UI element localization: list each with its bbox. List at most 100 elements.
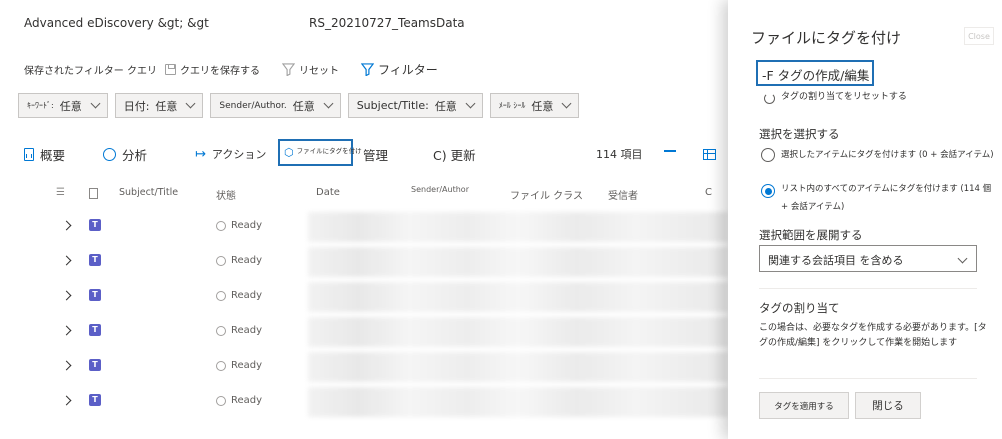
manage-button[interactable]: 管理 <box>363 142 388 166</box>
redacted-cells <box>308 247 728 277</box>
divider <box>759 378 977 379</box>
status-cell: Ready <box>216 255 262 266</box>
redacted-cells <box>308 212 728 242</box>
analysis-button[interactable]: 分析 <box>103 142 147 166</box>
col-subject[interactable]: Subject/Title <box>119 187 178 198</box>
table-row[interactable]: T Ready <box>0 210 728 245</box>
query-command-bar: 保存されたフィルター クエリ クエリを保存する リセット フィルター <box>24 60 460 78</box>
chevron-down-icon <box>185 98 196 109</box>
col-more[interactable]: C <box>705 187 712 198</box>
status-cell: Ready <box>216 360 262 371</box>
tag-files-panel: ファイルにタグを付け Close -F タグの作成/編集 タグの割り当てをリセッ… <box>728 0 1002 439</box>
redacted-cells <box>308 352 728 382</box>
filter-label: フィルター <box>377 62 438 77</box>
status-text: Ready <box>231 220 263 231</box>
chevron-right-icon[interactable] <box>61 325 72 336</box>
create-edit-tags-link[interactable]: -F タグの作成/編集 <box>756 60 874 86</box>
radio-all-items-label[interactable]: リスト内のすべてのアイテムにタグを付けます (114 個 + 会話アイテム) <box>781 180 996 216</box>
filter-button[interactable]: フィルター <box>360 61 438 78</box>
overview-button[interactable]: 概要 <box>24 142 65 166</box>
reset-button[interactable]: リセット <box>281 62 339 77</box>
save-query-label: クエリを保存する <box>179 65 260 77</box>
customize-columns-button[interactable] <box>703 142 716 166</box>
filter-date-value: 任意 <box>155 99 178 113</box>
table-row[interactable]: T Ready <box>0 315 728 350</box>
assign-heading: タグの割り当て <box>759 301 840 315</box>
assign-note: この場合は、必要なタグを作成する必要があります。[タグの作成/編集] をクリック… <box>759 323 987 348</box>
saved-queries-label: 保存されたフィルター クエリ <box>24 65 157 77</box>
filter-sender-value: 任意 <box>292 99 315 113</box>
close-button[interactable]: 閉じる <box>855 392 921 419</box>
status-dot-icon <box>216 325 226 336</box>
radio-all-items[interactable] <box>761 184 775 198</box>
filter-date-label: 日付: <box>123 99 150 113</box>
saved-queries-button[interactable]: 保存されたフィルター クエリ <box>24 62 157 77</box>
status-text: Ready <box>231 325 263 336</box>
tag-files-button[interactable]: ⬡ ファイルにタグを付け <box>278 139 362 166</box>
reset-tags-button[interactable]: タグの割り当てをリセットする <box>764 87 907 104</box>
analytics-icon <box>103 147 116 161</box>
col-sender[interactable]: Sender/Author <box>411 185 469 194</box>
table-row[interactable]: T Ready <box>0 350 728 385</box>
teams-icon: T <box>89 324 101 336</box>
table-row[interactable]: T Ready <box>0 245 728 280</box>
redacted-cells <box>308 387 728 417</box>
review-set-main: Advanced eDiscovery &gt; &gt RS_20210727… <box>0 0 728 439</box>
teams-icon: T <box>89 254 101 266</box>
status-text: Ready <box>231 290 263 301</box>
filter-mail-label: ﾒｰﾙ ｼｰﾙ <box>498 101 526 110</box>
radio-selected-items[interactable] <box>761 148 775 162</box>
save-query-button[interactable]: クエリを保存する <box>164 62 260 77</box>
action-label: アクション <box>211 148 267 161</box>
filter-sender[interactable]: Sender/Author. 任意 <box>210 93 341 118</box>
document-icon <box>24 147 34 161</box>
expand-selection-value: 関連する会話項目 を含める <box>768 254 904 267</box>
file-type-icon <box>89 188 98 199</box>
apply-tags-button[interactable]: タグを適用する <box>759 392 849 419</box>
reset-filter-icon <box>281 62 295 76</box>
filter-keyword[interactable]: ｷｰﾜｰﾄﾞ: 任意 <box>18 93 108 118</box>
filter-subject-value: 任意 <box>434 99 457 113</box>
chevron-right-icon[interactable] <box>61 220 72 231</box>
action-button[interactable]: ↦ アクション <box>195 142 266 166</box>
list-icon[interactable]: ☰ <box>56 187 65 198</box>
breadcrumb-app[interactable]: Advanced eDiscovery &gt; &gt <box>24 16 209 30</box>
filter-subject-label: Subject/Title: <box>356 99 429 112</box>
select-heading: 選択を選択する <box>759 127 840 141</box>
col-state[interactable]: 状態 <box>216 187 236 202</box>
refresh-button[interactable]: C) 更新 <box>433 142 476 166</box>
chevron-down-icon <box>561 98 572 109</box>
expand-heading: 選択範囲を展開する <box>759 228 863 242</box>
status-dot-icon <box>216 255 226 266</box>
breadcrumb-case[interactable]: RS_20210727_TeamsData <box>309 16 465 30</box>
radio-selected-items-label[interactable]: 選択したアイテムにタグを付けます (0 + 会話アイテム) <box>781 146 996 164</box>
teams-icon: T <box>89 359 101 371</box>
tag-icon: ⬡ <box>284 146 294 159</box>
table-row[interactable]: T Ready <box>0 280 728 315</box>
panel-close-button[interactable]: Close <box>964 27 994 45</box>
status-cell: Ready <box>216 395 262 406</box>
analysis-label: 分析 <box>122 147 148 163</box>
table-body: T Ready T Ready T Ready T Ready T Ready <box>0 210 728 420</box>
chevron-right-icon[interactable] <box>61 290 72 301</box>
chevron-right-icon[interactable] <box>61 360 72 371</box>
status-dot-icon <box>216 290 226 301</box>
chevron-right-icon[interactable] <box>61 255 72 266</box>
filter-mail-value: 任意 <box>531 99 554 113</box>
refresh-label: C) 更新 <box>433 147 476 163</box>
filter-date[interactable]: 日付: 任意 <box>114 93 204 118</box>
col-date[interactable]: Date <box>316 187 340 198</box>
expand-selection-dropdown[interactable]: 関連する会話項目 を含める <box>759 245 977 272</box>
col-file-class[interactable]: ファイル クラス <box>510 187 583 202</box>
filter-icon <box>360 62 374 76</box>
filter-mail[interactable]: ﾒｰﾙ ｼｰﾙ 任意 <box>489 93 580 118</box>
redacted-cells <box>308 317 728 347</box>
table-row[interactable]: T Ready <box>0 385 728 420</box>
col-recipients[interactable]: 受信者 <box>608 187 638 202</box>
chevron-right-icon[interactable] <box>61 395 72 406</box>
filter-subject[interactable]: Subject/Title: 任意 <box>347 93 483 118</box>
filter-row: ｷｰﾜｰﾄﾞ: 任意 日付: 任意 Sender/Author. 任意 Subj… <box>18 93 580 118</box>
chevron-down-icon <box>957 253 968 264</box>
status-text: Ready <box>231 360 263 371</box>
item-count: 114 項目 <box>596 142 643 166</box>
